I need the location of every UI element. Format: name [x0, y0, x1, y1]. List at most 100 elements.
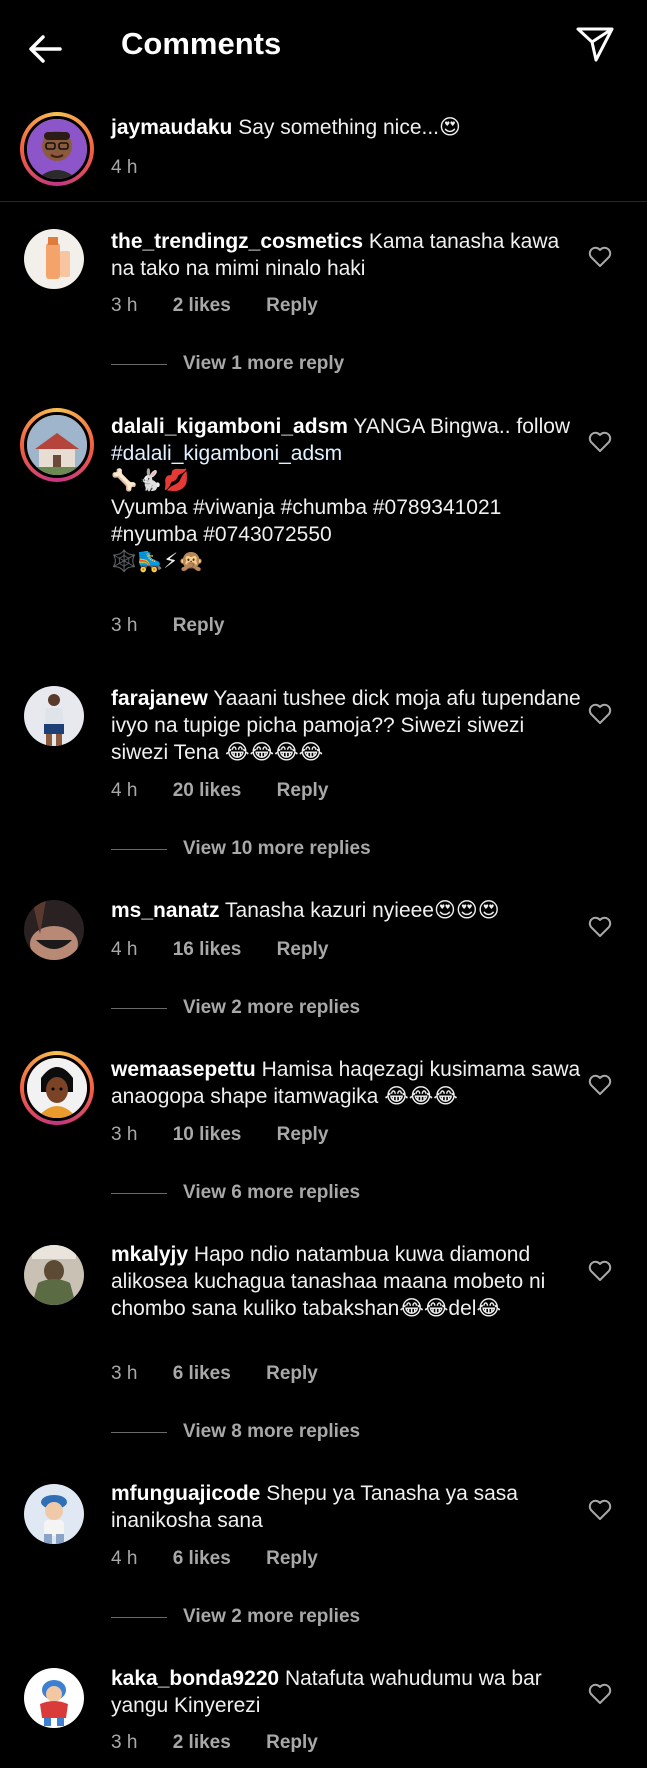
heart-outline-icon[interactable] [588, 1260, 612, 1282]
comment-likes[interactable]: 2 likes [173, 295, 231, 316]
comment-line: 🕸️🛼⚡🙊 [111, 550, 205, 573]
view-replies-label: View 2 more replies [183, 997, 361, 1018]
comment-text: mfunguajicode Shepu ya Tanasha ya sasa i… [111, 1480, 581, 1534]
caption-username[interactable]: jaymaudaku [111, 116, 232, 139]
divider [0, 201, 647, 202]
comment-likes[interactable]: 16 likes [173, 939, 242, 960]
comment-time: 4 h [111, 939, 138, 960]
view-replies-label: View 1 more reply [183, 353, 345, 374]
comment-text: ms_nanatz Tanasha kazuri nyieee😍😍😍 [111, 897, 581, 924]
reply-button[interactable]: Reply [266, 1363, 318, 1384]
comment-time: 3 h [111, 1124, 138, 1145]
view-replies-button[interactable]: View 10 more replies [111, 838, 371, 860]
caption-text: jaymaudaku Say something nice...😍 [111, 114, 581, 141]
reply-button[interactable]: Reply [277, 939, 329, 960]
comment-text: mkalyjy Hapo ndio natambua kuwa diamond … [111, 1241, 581, 1322]
view-replies-label: View 8 more replies [183, 1421, 361, 1442]
comment-username[interactable]: kaka_bonda9220 [111, 1667, 279, 1690]
comment-line: #nyumba #0743072550 [111, 523, 332, 546]
comment-text: wemaasepettu Hamisa haqezagi kusimama sa… [111, 1056, 581, 1110]
comment-username[interactable]: farajanew [111, 687, 208, 710]
comment-meta: 4 h 6 likes Reply [111, 1548, 348, 1570]
view-replies-label: View 10 more replies [183, 838, 371, 859]
comment-username[interactable]: mfunguajicode [111, 1482, 260, 1505]
comment-meta: 3 h 6 likes Reply [111, 1363, 348, 1385]
comment-likes[interactable]: 2 likes [173, 1732, 231, 1753]
page-title: Comments [121, 26, 282, 61]
comment-time: 4 h [111, 780, 138, 801]
view-replies-button[interactable]: View 1 more reply [111, 353, 344, 375]
comment-time: 3 h [111, 615, 138, 636]
avatar[interactable] [20, 408, 94, 482]
view-replies-button[interactable]: View 6 more replies [111, 1182, 360, 1204]
reply-button[interactable]: Reply [266, 295, 318, 316]
avatar[interactable] [20, 1051, 94, 1125]
replies-divider-line [111, 1192, 167, 1194]
avatar[interactable] [24, 900, 84, 960]
avatar[interactable] [24, 1245, 84, 1305]
replies-divider-line [111, 848, 167, 850]
replies-divider-line [111, 1431, 167, 1433]
view-replies-button[interactable]: View 2 more replies [111, 997, 360, 1019]
comment-meta: 3 h 10 likes Reply [111, 1124, 358, 1146]
heart-outline-icon[interactable] [588, 1683, 612, 1705]
comment-likes[interactable]: 20 likes [173, 780, 242, 801]
comment-username[interactable]: dalali_kigamboni_adsm [111, 415, 348, 438]
comment-line: Vyumba #viwanja #chumba #0789341021 [111, 496, 502, 519]
comment-text: dalali_kigamboni_adsm YANGA Bingwa.. fol… [111, 413, 581, 575]
avatar[interactable] [24, 686, 84, 746]
replies-divider-line [111, 1616, 167, 1618]
comment-time: 4 h [111, 1548, 138, 1569]
paper-plane-icon[interactable] [574, 22, 616, 64]
heart-outline-icon[interactable] [588, 703, 612, 725]
post-caption: jaymaudaku Say something nice...😍 4 h [0, 108, 647, 202]
comment-meta: 3 h Reply [111, 615, 254, 637]
caption-meta: 4 h [111, 157, 167, 179]
comment-body: Tanasha kazuri nyieee😍😍😍 [225, 899, 500, 922]
comment-meta: 4 h 16 likes Reply [111, 939, 358, 961]
comment-meta: 3 h 2 likes Reply [111, 295, 348, 317]
heart-outline-icon[interactable] [588, 431, 612, 453]
view-replies-label: View 2 more replies [183, 1606, 361, 1627]
comment-text: the_trendingz_cosmetics Kama tanasha kaw… [111, 228, 581, 282]
reply-button[interactable]: Reply [266, 1548, 318, 1569]
comment-text: farajanew Yaaani tushee dick moja afu tu… [111, 685, 581, 766]
comment-username[interactable]: wemaasepettu [111, 1058, 256, 1081]
avatar[interactable] [24, 1484, 84, 1544]
avatar[interactable] [20, 112, 94, 186]
comment-time: 3 h [111, 1732, 138, 1753]
reply-button[interactable]: Reply [173, 615, 225, 636]
comment-time: 3 h [111, 1363, 138, 1384]
caption-time: 4 h [111, 157, 138, 178]
comment-username[interactable]: the_trendingz_cosmetics [111, 230, 363, 253]
avatar[interactable] [24, 229, 84, 289]
heart-outline-icon[interactable] [588, 246, 612, 268]
top-bar: Comments [0, 0, 647, 94]
reply-button[interactable]: Reply [277, 780, 329, 801]
comment-username[interactable]: mkalyjy [111, 1243, 188, 1266]
comment-username[interactable]: ms_nanatz [111, 899, 220, 922]
view-replies-button[interactable]: View 8 more replies [111, 1421, 360, 1443]
comment-body: YANGA Bingwa.. follow [353, 415, 571, 438]
reply-button[interactable]: Reply [277, 1124, 329, 1145]
comment-line[interactable]: #dalali_kigamboni_adsm [111, 440, 581, 467]
avatar[interactable] [24, 1668, 84, 1728]
comment-text: kaka_bonda9220 Natafuta wahudumu wa bar … [111, 1665, 581, 1719]
comment-line: 🦴🐇💋 [111, 469, 190, 492]
replies-divider-line [111, 1007, 167, 1009]
view-replies-button[interactable]: View 2 more replies [111, 1606, 360, 1628]
comment-meta: 3 h 2 likes Reply [111, 1732, 348, 1754]
comment-likes[interactable]: 6 likes [173, 1363, 231, 1384]
view-replies-label: View 6 more replies [183, 1182, 361, 1203]
comment-meta: 4 h 20 likes Reply [111, 780, 358, 802]
heart-outline-icon[interactable] [588, 1074, 612, 1096]
back-arrow-icon[interactable] [24, 28, 66, 70]
comment-likes[interactable]: 6 likes [173, 1548, 231, 1569]
heart-outline-icon[interactable] [588, 916, 612, 938]
replies-divider-line [111, 363, 167, 365]
heart-outline-icon[interactable] [588, 1499, 612, 1521]
reply-button[interactable]: Reply [266, 1732, 318, 1753]
comment-time: 3 h [111, 295, 138, 316]
caption-body: Say something nice...😍 [238, 116, 461, 139]
comment-likes[interactable]: 10 likes [173, 1124, 242, 1145]
